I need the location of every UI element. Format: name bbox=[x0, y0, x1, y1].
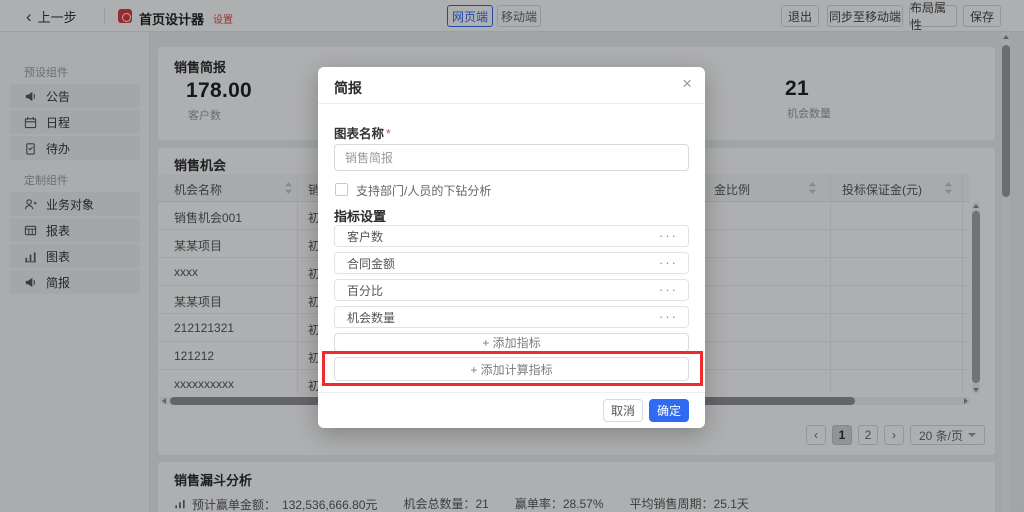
more-actions-icon[interactable]: ··· bbox=[659, 285, 678, 295]
more-actions-icon[interactable]: ··· bbox=[659, 258, 678, 268]
close-icon[interactable]: × bbox=[682, 74, 692, 94]
briefing-settings-modal: 简报 × 图表名称* 支持部门/人员的下钻分析 指标设置 客户数 ··· 合同金… bbox=[318, 67, 705, 428]
indicator-row-percentage[interactable]: 百分比 ··· bbox=[334, 279, 689, 301]
confirm-button[interactable]: 确定 bbox=[649, 399, 689, 422]
indicator-label: 百分比 bbox=[347, 282, 383, 299]
indicator-row-opportunity-count[interactable]: 机会数量 ··· bbox=[334, 306, 689, 328]
required-asterisk: * bbox=[386, 127, 391, 141]
chart-name-input[interactable] bbox=[334, 144, 689, 171]
modal-header-divider bbox=[318, 103, 705, 104]
chart-name-label-text: 图表名称 bbox=[334, 127, 384, 141]
chart-name-label: 图表名称* bbox=[334, 123, 391, 142]
modal-title: 简报 bbox=[334, 78, 362, 98]
more-actions-icon[interactable]: ··· bbox=[659, 312, 678, 322]
indicator-label: 机会数量 bbox=[347, 309, 395, 326]
indicator-row-customer-count[interactable]: 客户数 ··· bbox=[334, 225, 689, 247]
indicator-row-contract-amount[interactable]: 合同金额 ··· bbox=[334, 252, 689, 274]
indicator-settings-title: 指标设置 bbox=[334, 206, 386, 225]
modal-footer-divider bbox=[318, 392, 705, 393]
indicator-label: 客户数 bbox=[347, 228, 383, 245]
indicator-label: 合同金额 bbox=[347, 255, 395, 272]
cancel-button[interactable]: 取消 bbox=[603, 399, 643, 422]
more-actions-icon[interactable]: ··· bbox=[659, 231, 678, 241]
add-indicator-button[interactable]: + 添加指标 bbox=[334, 333, 689, 352]
drill-down-label: 支持部门/人员的下钻分析 bbox=[356, 182, 491, 199]
drill-down-checkbox[interactable] bbox=[335, 183, 348, 196]
add-calculated-indicator-button[interactable]: + 添加计算指标 bbox=[334, 357, 689, 381]
